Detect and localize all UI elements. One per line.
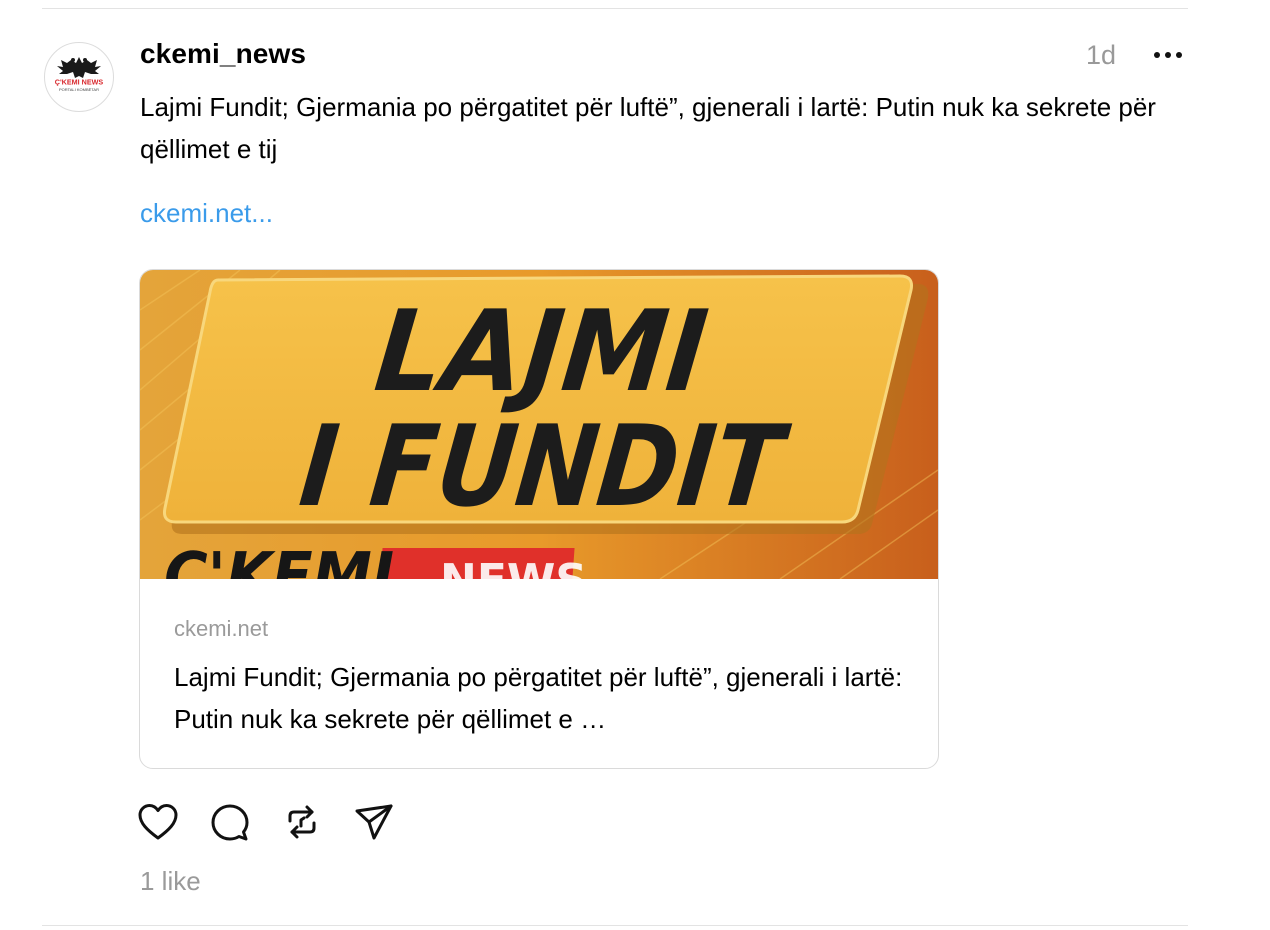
repost-button[interactable] [280,800,324,844]
eagle-logo-icon: Ç'KEMI NEWS PORTALI KOMBËTAR [55,57,104,92]
comment-icon [211,804,249,841]
username[interactable]: ckemi_news [140,38,306,70]
post-link[interactable]: ckemi.net... [140,198,273,229]
heart-icon [138,804,178,840]
post: Ç'KEMI NEWS PORTALI KOMBËTAR ckemi_news … [0,0,1270,930]
likes-count[interactable]: 1 like [140,866,201,897]
avatar[interactable]: Ç'KEMI NEWS PORTALI KOMBËTAR [44,42,114,112]
image-brand-text: Ç'KEMI [164,540,394,579]
preview-image: LAJMI I FUNDIT Ç'KEMI NEWS [140,270,938,579]
more-icon [1154,52,1182,58]
timestamp[interactable]: 1d [1086,40,1116,71]
image-brand-red-text: NEWS [440,555,587,579]
action-bar [138,800,424,844]
avatar-logo-text: Ç'KEMI NEWS [55,78,104,87]
send-icon [355,804,393,840]
bottom-divider [42,925,1188,926]
repost-icon [288,805,316,839]
comment-button[interactable] [208,800,252,844]
post-text: Lajmi Fundit; Gjermania po përgatitet pë… [140,92,1156,164]
link-preview-card[interactable]: LAJMI I FUNDIT Ç'KEMI NEWS ckemi.net Laj… [139,269,939,769]
card-title: Lajmi Fundit; Gjermania po përgatitet pë… [174,662,903,734]
like-button[interactable] [136,800,180,844]
image-headline-line2: I FUNDIT [294,402,794,532]
image-headline-line1: LAJMI [370,287,714,417]
avatar-logo-subtext: PORTALI KOMBËTAR [59,87,99,92]
more-options-button[interactable] [1148,38,1188,72]
share-button[interactable] [352,800,396,844]
card-domain: ckemi.net [174,616,269,641]
